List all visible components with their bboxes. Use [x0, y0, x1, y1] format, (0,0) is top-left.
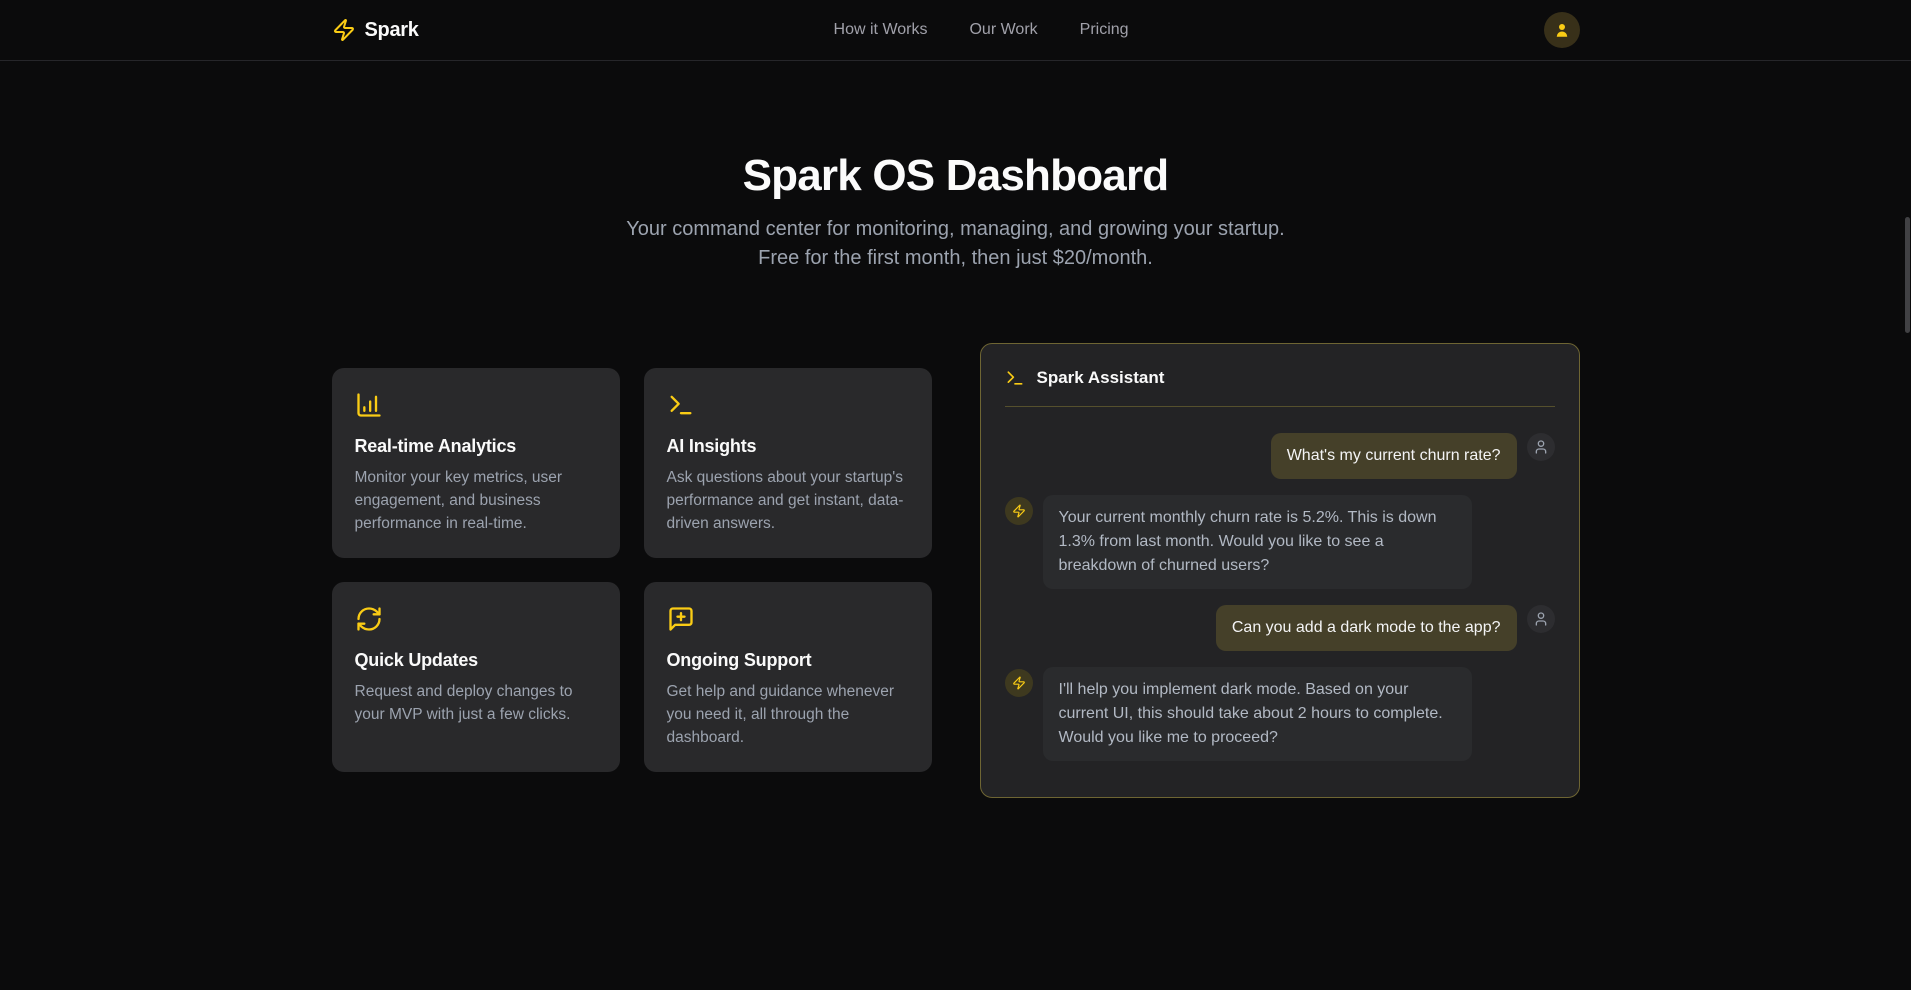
- feature-card-real-time-analytics: Real-time Analytics Monitor your key met…: [332, 368, 620, 558]
- feature-title: Quick Updates: [355, 650, 597, 671]
- chat-message-assistant: I'll help you implement dark mode. Based…: [1005, 667, 1555, 761]
- chat-message-list: What's my current churn rate? Your curre…: [1005, 433, 1555, 761]
- user-message-bubble: Can you add a dark mode to the app?: [1216, 605, 1517, 651]
- main-content: Real-time Analytics Monitor your key met…: [316, 343, 1596, 798]
- user-icon: [1533, 439, 1549, 455]
- nav-link-pricing[interactable]: Pricing: [1080, 21, 1129, 39]
- nav-link-how-it-works[interactable]: How it Works: [834, 21, 928, 39]
- chat-message-user: Can you add a dark mode to the app?: [1005, 605, 1555, 651]
- assistant-avatar: [1005, 497, 1033, 525]
- user-icon: [1553, 21, 1571, 39]
- user-message-bubble: What's my current churn rate?: [1271, 433, 1517, 479]
- page-subtitle: Your command center for monitoring, mana…: [606, 215, 1306, 273]
- brand-name: Spark: [365, 19, 419, 42]
- feature-title: Ongoing Support: [667, 650, 909, 671]
- hero-section: Spark OS Dashboard Your command center f…: [0, 151, 1911, 273]
- feature-title: AI Insights: [667, 436, 909, 457]
- feature-description: Monitor your key metrics, user engagemen…: [355, 466, 597, 535]
- chat-message-assistant: Your current monthly churn rate is 5.2%.…: [1005, 495, 1555, 589]
- assistant-avatar: [1005, 669, 1033, 697]
- scrollbar-thumb[interactable]: [1905, 217, 1910, 333]
- nav-link-our-work[interactable]: Our Work: [969, 21, 1037, 39]
- top-navbar: Spark How it Works Our Work Pricing: [0, 0, 1911, 61]
- feature-card-ongoing-support: Ongoing Support Get help and guidance wh…: [644, 582, 932, 772]
- terminal-icon: [667, 391, 909, 419]
- spark-assistant-panel: Spark Assistant What's my current churn …: [980, 343, 1580, 798]
- brand-logo[interactable]: Spark: [332, 18, 419, 42]
- zap-icon: [1012, 504, 1026, 518]
- assistant-header: Spark Assistant: [1005, 368, 1555, 407]
- main-nav: How it Works Our Work Pricing: [419, 21, 1544, 39]
- page-title: Spark OS Dashboard: [0, 151, 1911, 202]
- feature-title: Real-time Analytics: [355, 436, 597, 457]
- assistant-message-bubble: I'll help you implement dark mode. Based…: [1043, 667, 1472, 761]
- feature-description: Request and deploy changes to your MVP w…: [355, 680, 597, 726]
- zap-icon: [1012, 676, 1026, 690]
- features-grid: Real-time Analytics Monitor your key met…: [332, 368, 932, 772]
- user-avatar: [1527, 433, 1555, 461]
- user-avatar: [1527, 605, 1555, 633]
- user-icon: [1533, 611, 1549, 627]
- feature-description: Ask questions about your startup's perfo…: [667, 466, 909, 535]
- feature-description: Get help and guidance whenever you need …: [667, 680, 909, 749]
- assistant-title: Spark Assistant: [1037, 368, 1165, 388]
- account-avatar-button[interactable]: [1544, 12, 1580, 48]
- terminal-icon: [1005, 368, 1025, 388]
- chart-column-icon: [355, 391, 597, 419]
- feature-card-ai-insights: AI Insights Ask questions about your sta…: [644, 368, 932, 558]
- chat-message-user: What's my current churn rate?: [1005, 433, 1555, 479]
- refresh-icon: [355, 605, 597, 633]
- message-square-plus-icon: [667, 605, 909, 633]
- feature-card-quick-updates: Quick Updates Request and deploy changes…: [332, 582, 620, 772]
- zap-icon: [332, 18, 356, 42]
- assistant-message-bubble: Your current monthly churn rate is 5.2%.…: [1043, 495, 1472, 589]
